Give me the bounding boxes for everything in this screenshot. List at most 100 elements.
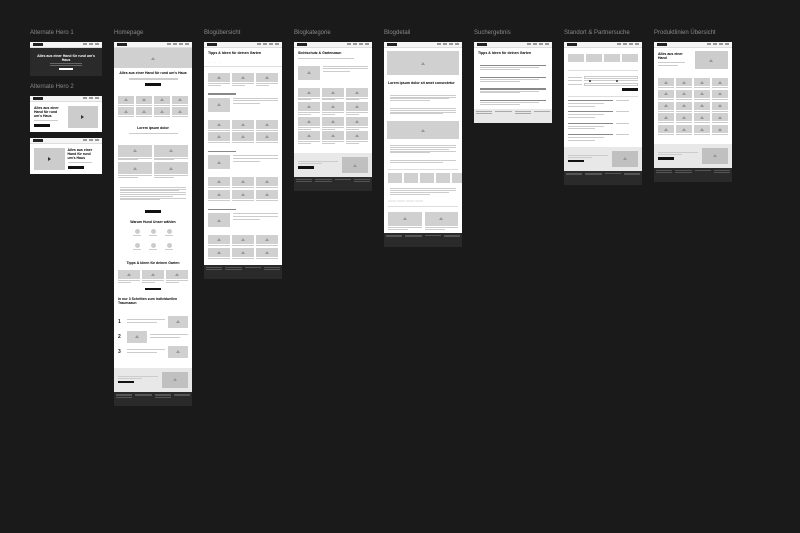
location-input[interactable]: [584, 76, 638, 79]
product-card[interactable]: [658, 78, 674, 88]
artboard-partner-search[interactable]: [564, 42, 642, 185]
artboard-alt-hero-2[interactable]: Alles aus einer Hand für rund um's Haus: [30, 96, 102, 132]
cta-button[interactable]: [298, 166, 314, 169]
product-card[interactable]: [712, 78, 728, 88]
blog-card[interactable]: [346, 102, 368, 115]
brand-logo[interactable]: [568, 54, 584, 62]
feature-card[interactable]: [118, 162, 152, 178]
play-icon[interactable]: [81, 115, 84, 119]
feature-card[interactable]: [154, 145, 188, 161]
blog-card[interactable]: [232, 190, 254, 201]
blog-card[interactable]: [256, 248, 278, 259]
carousel-item[interactable]: [420, 173, 434, 183]
product-card[interactable]: [712, 90, 728, 100]
blog-card[interactable]: [232, 73, 254, 86]
tag[interactable]: [397, 200, 405, 202]
cta-button[interactable]: [145, 210, 161, 213]
product-card[interactable]: [658, 102, 674, 112]
feature-card[interactable]: [118, 145, 152, 161]
product-card[interactable]: [172, 96, 188, 106]
product-card[interactable]: [658, 90, 674, 100]
carousel-item[interactable]: [404, 173, 418, 183]
product-card[interactable]: [658, 113, 674, 123]
blog-card[interactable]: [208, 248, 230, 259]
blog-card[interactable]: [208, 132, 230, 143]
product-card[interactable]: [154, 96, 170, 106]
blog-card[interactable]: [322, 131, 344, 144]
blog-card[interactable]: [256, 190, 278, 201]
product-card[interactable]: [676, 78, 692, 88]
featured-post[interactable]: [204, 211, 282, 229]
product-card[interactable]: [676, 102, 692, 112]
blog-card[interactable]: [142, 270, 164, 283]
carousel-item[interactable]: [436, 173, 450, 183]
partner-result[interactable]: [564, 109, 642, 120]
artboard-alt-hero-1[interactable]: Alles aus einer Hand für rund um's Haus: [30, 42, 102, 76]
blog-card[interactable]: [256, 120, 278, 131]
blog-card[interactable]: [322, 102, 344, 115]
tab[interactable]: ···: [208, 61, 211, 64]
blog-card[interactable]: [322, 88, 344, 101]
product-card[interactable]: [136, 96, 152, 106]
blog-card[interactable]: [166, 270, 188, 283]
blog-card[interactable]: [232, 120, 254, 131]
blog-card[interactable]: [208, 235, 230, 246]
product-card[interactable]: [712, 125, 728, 135]
radius-slider[interactable]: [584, 80, 638, 81]
tag[interactable]: [406, 200, 414, 202]
featured-post[interactable]: [294, 64, 372, 82]
blog-card[interactable]: [298, 131, 320, 144]
partner-result[interactable]: [564, 98, 642, 109]
blog-card[interactable]: [256, 235, 278, 246]
related-post[interactable]: [388, 212, 422, 230]
product-card[interactable]: [694, 102, 710, 112]
artboard-blog-detail[interactable]: Lorem ipsum dolor sit amet consectetur: [384, 42, 462, 247]
blog-card[interactable]: [256, 177, 278, 188]
image-carousel[interactable]: [384, 171, 462, 185]
search-button[interactable]: [622, 88, 638, 91]
blog-card[interactable]: [298, 102, 320, 115]
product-card[interactable]: [712, 102, 728, 112]
product-card[interactable]: [136, 107, 152, 117]
search-result[interactable]: [474, 85, 552, 97]
blog-card[interactable]: [208, 177, 230, 188]
cta-button[interactable]: [118, 381, 134, 384]
hero-cta[interactable]: [34, 124, 50, 127]
blog-card[interactable]: [256, 132, 278, 143]
product-card[interactable]: [694, 113, 710, 123]
play-icon[interactable]: [48, 157, 51, 161]
partner-result[interactable]: [564, 121, 642, 132]
blog-card[interactable]: [208, 120, 230, 131]
tag[interactable]: [415, 200, 423, 202]
cta-button[interactable]: [145, 83, 161, 86]
product-card[interactable]: [154, 107, 170, 117]
search-result[interactable]: [474, 74, 552, 86]
blog-card[interactable]: [346, 88, 368, 101]
brand-logo[interactable]: [586, 54, 602, 62]
product-card[interactable]: [676, 113, 692, 123]
related-post[interactable]: [425, 212, 459, 230]
blog-card[interactable]: [322, 117, 344, 130]
blog-card[interactable]: [232, 177, 254, 188]
blog-card[interactable]: [232, 235, 254, 246]
product-card[interactable]: [676, 90, 692, 100]
cta-button[interactable]: [145, 288, 161, 291]
tab[interactable]: ···: [214, 61, 217, 64]
blog-card[interactable]: [208, 190, 230, 201]
tab[interactable]: ···: [219, 61, 222, 64]
partner-result[interactable]: [564, 132, 642, 143]
brand-logo[interactable]: [622, 54, 638, 62]
artboard-products-overview[interactable]: Alles aus einer Hand: [654, 42, 732, 182]
product-select[interactable]: [584, 83, 638, 86]
search-result[interactable]: [474, 62, 552, 74]
blog-card[interactable]: [118, 270, 140, 283]
blog-card[interactable]: [346, 131, 368, 144]
product-card[interactable]: [694, 90, 710, 100]
product-card[interactable]: [658, 125, 674, 135]
blog-card[interactable]: [298, 117, 320, 130]
tag[interactable]: [388, 200, 396, 202]
product-card[interactable]: [694, 125, 710, 135]
carousel-item[interactable]: [452, 173, 462, 183]
search-result[interactable]: [474, 97, 552, 109]
featured-post[interactable]: [204, 153, 282, 171]
